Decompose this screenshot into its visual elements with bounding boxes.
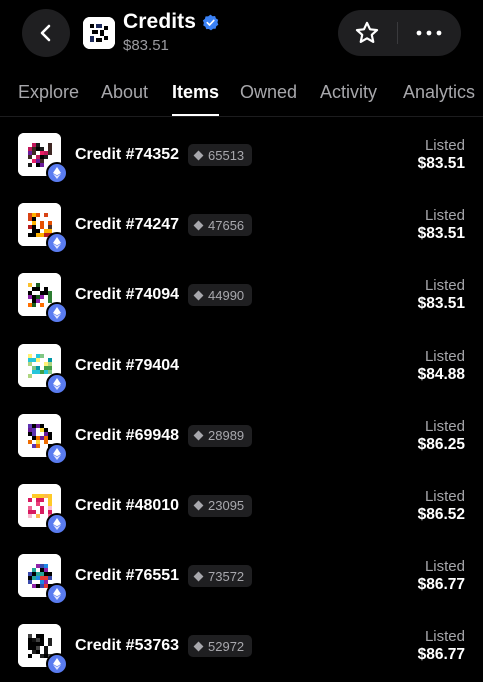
rarity-rank: 23095 xyxy=(208,498,245,514)
item-price: $83.51 xyxy=(417,225,465,243)
item-thumbnail xyxy=(18,554,68,606)
favorite-button[interactable] xyxy=(338,10,396,56)
listing-status: Listed xyxy=(424,487,465,505)
rarity-badge: 73572 xyxy=(188,565,253,588)
item-price: $83.51 xyxy=(417,155,465,172)
floor-price: $83.51 xyxy=(123,37,169,54)
price-block: Listed $84.88 xyxy=(418,348,465,384)
item-price: $86.52 xyxy=(417,505,465,523)
pill-divider xyxy=(397,22,398,44)
collection-title: Credits xyxy=(123,10,197,33)
price-block: Listed $86.25 xyxy=(418,418,465,454)
item-thumbnail xyxy=(18,413,68,465)
price-block: Listed $83.51 xyxy=(418,277,465,313)
price-block: Listed $86.77 xyxy=(418,558,465,594)
list-item[interactable]: Credit #76551 73572 Listed $86.77 xyxy=(0,541,483,611)
tab-owned[interactable]: Owned xyxy=(240,82,297,103)
rarity-badge: 65513 xyxy=(188,144,253,166)
item-price: $86.77 xyxy=(417,646,465,664)
price-block: Listed $86.52 xyxy=(418,488,465,524)
tabs-divider xyxy=(0,116,483,117)
listing-status: Listed xyxy=(424,628,465,646)
item-name: Credit #53763 xyxy=(75,637,180,655)
ethereum-icon xyxy=(46,583,68,606)
more-button[interactable] xyxy=(400,10,458,56)
diamond-icon xyxy=(193,571,204,582)
ethereum-icon xyxy=(46,302,68,325)
item-thumbnail xyxy=(18,483,68,535)
item-thumbnail xyxy=(18,343,68,395)
list-item[interactable]: Credit #79404 Listed $84.88 xyxy=(0,331,483,401)
rarity-rank: 47656 xyxy=(208,217,245,233)
rarity-rank: 44990 xyxy=(208,287,245,303)
listing-status: Listed xyxy=(424,277,465,295)
ethereum-icon xyxy=(46,512,68,535)
listing-status: Listed xyxy=(424,558,465,576)
price-block: Listed $83.51 xyxy=(418,207,465,243)
list-item[interactable]: Credit #53763 52972 Listed $86.77 xyxy=(0,611,483,681)
tab-analytics[interactable]: Analytics xyxy=(403,82,475,103)
item-name: Credit #48010 xyxy=(75,496,180,514)
ethereum-icon xyxy=(46,162,68,184)
item-name: Credit #74352 xyxy=(75,146,180,163)
item-name: Credit #76551 xyxy=(75,567,180,585)
item-price: $84.88 xyxy=(417,365,465,383)
diamond-icon xyxy=(193,220,204,231)
item-thumbnail xyxy=(18,203,68,255)
rarity-badge: 47656 xyxy=(188,214,253,237)
tab-activity[interactable]: Activity xyxy=(320,82,377,103)
list-item[interactable]: Credit #48010 23095 Listed $86.52 xyxy=(0,471,483,541)
list-item[interactable]: Credit #69948 28989 Listed $86.25 xyxy=(0,401,483,471)
star-outline-icon xyxy=(355,21,379,43)
item-list: Credit #74352 65513 Listed $83.51 Credit #74… xyxy=(0,120,483,682)
diamond-icon xyxy=(193,290,204,301)
rarity-rank: 65513 xyxy=(208,147,245,163)
listing-status: Listed xyxy=(424,207,465,225)
rarity-badge: 23095 xyxy=(188,494,253,517)
collection-tabs: Explore About Items Owned Activity Analy… xyxy=(0,77,483,117)
item-price: $86.77 xyxy=(417,576,465,594)
item-name: Credit #79404 xyxy=(75,356,180,374)
diamond-icon xyxy=(193,150,204,160)
diamond-icon xyxy=(193,500,204,511)
item-name: Credit #69948 xyxy=(75,426,180,444)
item-price: $83.51 xyxy=(417,295,465,313)
list-item[interactable]: Credit #74247 47656 Listed $83.51 xyxy=(0,190,483,260)
ethereum-icon xyxy=(46,232,68,255)
header-actions xyxy=(338,10,461,56)
price-block: Listed $86.77 xyxy=(418,628,465,664)
item-thumbnail xyxy=(18,624,68,676)
tab-about[interactable]: About xyxy=(101,82,148,103)
item-price: $86.25 xyxy=(417,435,465,453)
list-item[interactable]: Credit #74352 65513 Listed $83.51 xyxy=(0,120,483,190)
collection-header: Credits $83.51 xyxy=(123,10,219,54)
rarity-badge: 44990 xyxy=(188,284,253,307)
chevron-left-icon xyxy=(40,24,51,42)
tab-items[interactable]: Items xyxy=(172,82,219,103)
ethereum-icon xyxy=(46,442,68,465)
more-horizontal-icon xyxy=(416,30,442,36)
rarity-badge: 52972 xyxy=(188,635,253,658)
list-item[interactable]: Credit #74094 44990 Listed $83.51 xyxy=(0,260,483,330)
item-thumbnail xyxy=(18,273,68,325)
diamond-icon xyxy=(193,430,204,441)
item-name: Credit #74247 xyxy=(75,216,180,234)
rarity-rank: 52972 xyxy=(208,638,245,654)
collection-avatar xyxy=(83,17,115,49)
price-block: Listed $83.51 xyxy=(418,137,465,173)
rarity-rank: 73572 xyxy=(208,568,245,584)
item-thumbnail xyxy=(18,133,68,184)
rarity-badge: 28989 xyxy=(188,424,253,447)
listing-status: Listed xyxy=(424,137,465,154)
listing-status: Listed xyxy=(424,417,465,435)
ethereum-icon xyxy=(46,372,68,395)
ethereum-icon xyxy=(46,653,68,676)
listing-status: Listed xyxy=(424,347,465,365)
rarity-rank: 28989 xyxy=(208,428,245,444)
back-button[interactable] xyxy=(22,9,70,57)
verified-badge-icon xyxy=(202,14,219,30)
diamond-icon xyxy=(193,641,204,652)
tab-explore[interactable]: Explore xyxy=(18,82,79,103)
item-name: Credit #74094 xyxy=(75,286,180,304)
